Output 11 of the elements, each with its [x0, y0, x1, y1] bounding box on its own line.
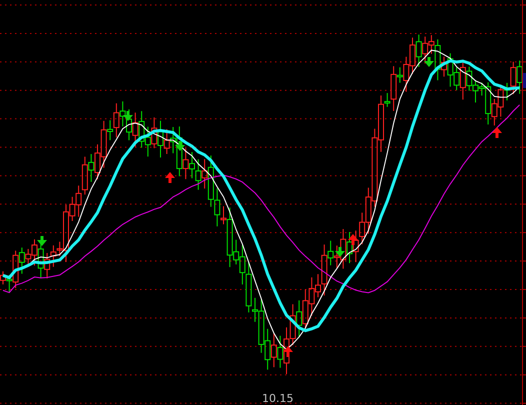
time-label: 10.15: [262, 392, 294, 405]
down-arrow-icon: [37, 236, 47, 246]
up-arrow-icon: [165, 172, 175, 183]
price-marker: [523, 73, 526, 88]
up-arrow-icon: [492, 127, 502, 138]
down-arrow-icon: [424, 57, 434, 67]
up-arrow-icon: [348, 234, 358, 245]
down-arrow-icon: [175, 141, 185, 151]
down-arrow-icon: [123, 111, 133, 121]
down-arrow-icon: [335, 247, 345, 257]
up-arrow-icon: [283, 346, 293, 357]
